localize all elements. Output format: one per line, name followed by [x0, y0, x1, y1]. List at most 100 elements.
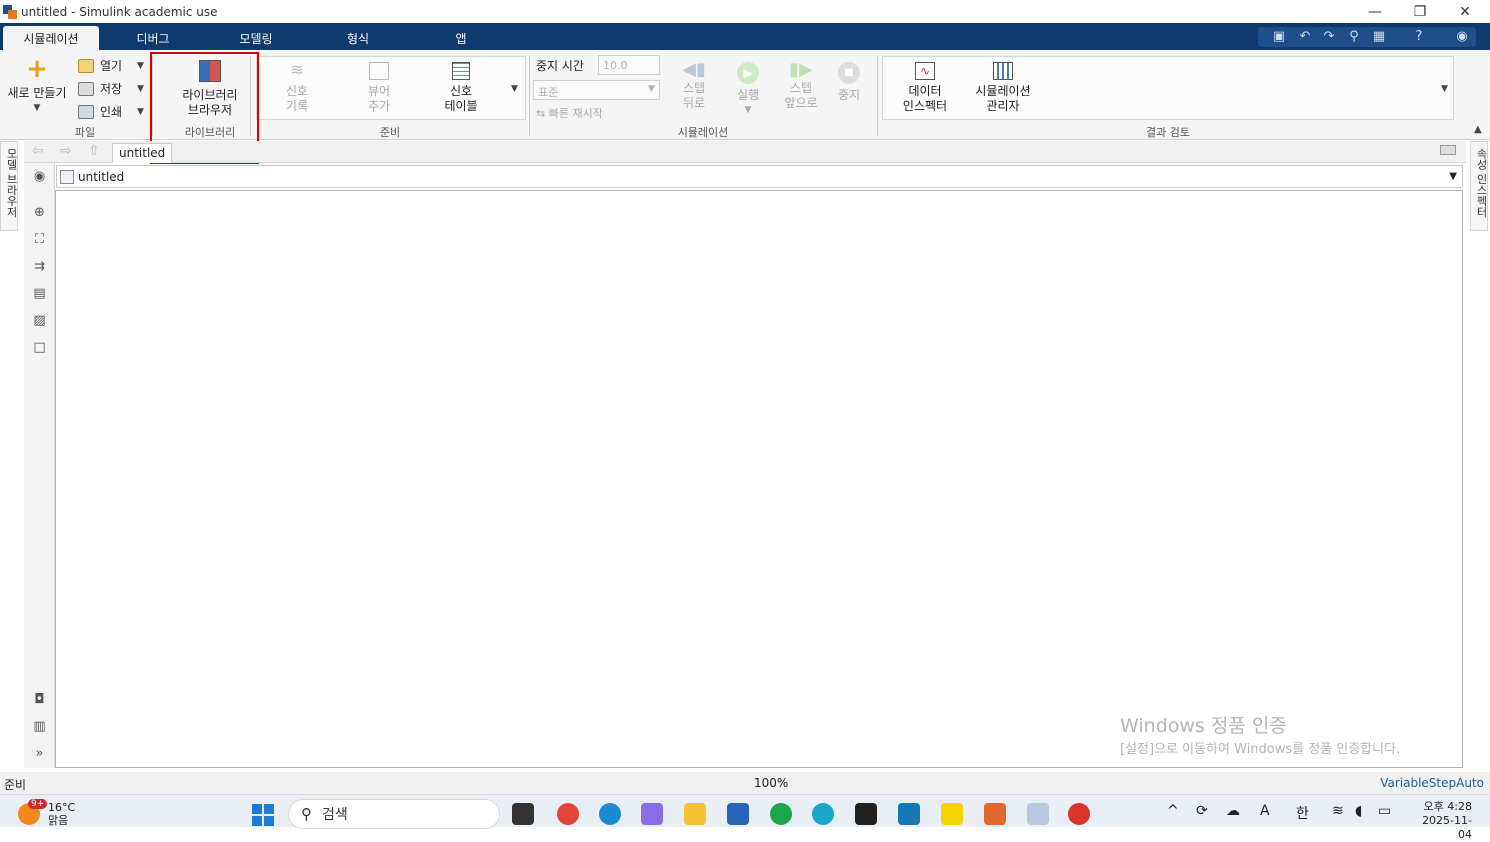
- search-icon: ⚲: [301, 805, 312, 823]
- restore-button[interactable]: ❐: [1397, 0, 1443, 23]
- menu-down-icon[interactable]: ◉: [1454, 28, 1470, 44]
- simulation-mode-select[interactable]: 표준 ▼: [533, 80, 660, 100]
- tab-apps[interactable]: 앱: [438, 26, 484, 50]
- open-dropdown-icon[interactable]: ▼: [137, 61, 144, 71]
- fast-restart-toggle[interactable]: ⇆ 빠른 재시작: [536, 105, 603, 121]
- sync-icon[interactable]: ⟳: [1196, 803, 1208, 819]
- tab-simulation[interactable]: 시뮬레이션: [3, 26, 99, 50]
- kakaotalk-icon[interactable]: [941, 803, 963, 825]
- simulation-manager-icon: [993, 62, 1013, 80]
- title-bar: untitled - Simulink academic use: [0, 0, 1490, 23]
- sticky-notes-icon[interactable]: [855, 803, 877, 825]
- forward-arrow-icon[interactable]: ⇨: [60, 143, 72, 159]
- copilot-icon[interactable]: [641, 803, 663, 825]
- window-title: untitled - Simulink academic use: [21, 4, 218, 19]
- redo-icon[interactable]: ↷: [1321, 28, 1337, 44]
- app-icon[interactable]: [812, 803, 834, 825]
- model-icon: [60, 169, 74, 184]
- clock[interactable]: 오후 4:28 2025-11-04: [1410, 800, 1472, 842]
- battery-icon[interactable]: ▭: [1378, 803, 1391, 819]
- run-button[interactable]: ▶ 실행 ▼: [728, 62, 768, 118]
- property-inspector-tab[interactable]: 속성 인스펙터: [1470, 141, 1488, 231]
- new-button[interactable]: + 새로 만들기 ▼: [4, 56, 70, 116]
- taskbar-search[interactable]: ⚲ 검색: [288, 799, 500, 829]
- task-view-icon[interactable]: [512, 803, 534, 825]
- address-text: untitled: [78, 169, 125, 184]
- save-dropdown-icon[interactable]: ▼: [137, 84, 144, 94]
- collapse-ribbon-icon[interactable]: ▲: [1474, 124, 1482, 135]
- keyboard-icon[interactable]: [1440, 145, 1456, 155]
- area-icon[interactable]: □: [32, 340, 47, 355]
- chrome-icon[interactable]: [557, 803, 579, 825]
- save-button[interactable]: 저장: [78, 80, 122, 97]
- ime-alpha[interactable]: A: [1260, 803, 1270, 819]
- store-icon[interactable]: [727, 803, 749, 825]
- step-back-button[interactable]: ◀▮ 스텝 뒤로: [672, 61, 716, 111]
- back-arrow-icon[interactable]: ⇦: [32, 143, 44, 159]
- step-forward-button[interactable]: ▮▶ 스텝 앞으로: [778, 59, 824, 111]
- review-expand-icon[interactable]: ▼: [1441, 84, 1448, 94]
- up-arrow-icon[interactable]: ⇧: [88, 143, 100, 159]
- property-icon[interactable]: ▥: [32, 719, 47, 734]
- address-bar[interactable]: untitled ▼: [56, 165, 1463, 188]
- volume-icon[interactable]: ◖: [1355, 803, 1362, 819]
- model-canvas[interactable]: [55, 190, 1463, 768]
- terminal-icon[interactable]: [898, 803, 920, 825]
- model-tab[interactable]: untitled: [112, 143, 173, 163]
- file-explorer-icon[interactable]: [684, 803, 706, 825]
- tab-debug[interactable]: 디버그: [116, 26, 190, 50]
- save-icon[interactable]: ▣: [1271, 28, 1287, 44]
- help-icon[interactable]: ?: [1411, 28, 1427, 44]
- hide-show-icon[interactable]: ◉: [32, 169, 47, 184]
- edge-icon[interactable]: [599, 803, 621, 825]
- matlab-icon[interactable]: [984, 803, 1006, 825]
- print-button[interactable]: 인쇄: [78, 103, 122, 120]
- log-signals-button[interactable]: ≋ 신호 기록: [274, 62, 320, 114]
- stop-time-input[interactable]: 10.0: [598, 55, 660, 75]
- status-text: 준비: [4, 778, 27, 792]
- minimize-button[interactable]: —: [1352, 0, 1398, 23]
- arrow-icon[interactable]: ⇉: [32, 259, 47, 274]
- simulation-manager-button[interactable]: 시뮬레이션 관리자: [970, 62, 1036, 114]
- gallery-expand-icon[interactable]: ▼: [511, 84, 518, 94]
- expand-palette-icon[interactable]: »: [32, 746, 47, 761]
- powerpoint-icon[interactable]: [1068, 803, 1090, 825]
- ribbon-tab-bar: 시뮬레이션 디버그 모델링 형식 앱 ▣ ↶ ↷ ⚲ ▦ ? ◉: [0, 23, 1490, 50]
- image-icon[interactable]: ▨: [32, 313, 47, 328]
- step-forward-icon: ▮▶: [789, 59, 813, 80]
- ime-mode[interactable]: 한: [1296, 803, 1309, 823]
- onedrive-icon[interactable]: ☁: [1226, 803, 1240, 819]
- weather-badge: 9+: [28, 799, 48, 809]
- tab-format[interactable]: 형식: [326, 26, 390, 50]
- chevron-down-icon[interactable]: ▼: [1449, 171, 1457, 182]
- print-dropdown-icon[interactable]: ▼: [137, 107, 144, 117]
- solver-link[interactable]: VariableStepAuto: [1380, 776, 1484, 790]
- zoom-icon[interactable]: ⊕: [32, 205, 47, 220]
- model-browser-tab[interactable]: 모델 브라우저: [0, 141, 18, 231]
- undo-icon[interactable]: ↶: [1297, 28, 1313, 44]
- screenshot-icon[interactable]: ◘: [32, 692, 47, 707]
- add-viewer-button[interactable]: 뷰어 추가: [356, 62, 402, 114]
- snipping-tool-icon[interactable]: [1027, 803, 1049, 825]
- search-icon[interactable]: ⚲: [1346, 28, 1362, 44]
- messenger-icon[interactable]: [770, 803, 792, 825]
- tray-expand-icon[interactable]: ^: [1167, 803, 1179, 819]
- data-inspector-icon: ∿: [915, 62, 935, 80]
- chevron-down-icon: ▼: [648, 84, 655, 94]
- close-button[interactable]: ✕: [1442, 0, 1488, 23]
- group-label-review: 결과 검토: [1146, 126, 1190, 139]
- separator: [877, 56, 878, 136]
- open-button[interactable]: 열기: [78, 57, 122, 74]
- data-inspector-button[interactable]: ∿ 데이터 인스펙터: [894, 62, 956, 114]
- quick-access-toolbar: [1258, 27, 1476, 47]
- weather-widget[interactable]: 16°C 맑음: [48, 801, 75, 827]
- layout-icon[interactable]: ▦: [1371, 28, 1387, 44]
- chevron-down-icon: ▼: [744, 105, 752, 115]
- fit-to-view-icon[interactable]: ⛶: [32, 232, 47, 247]
- wifi-icon[interactable]: ≋: [1332, 803, 1344, 819]
- stop-button[interactable]: ■ 중지: [832, 62, 866, 103]
- annotation-icon[interactable]: ▤: [32, 286, 47, 301]
- tab-modeling[interactable]: 모델링: [220, 26, 292, 50]
- start-icon[interactable]: [252, 804, 274, 826]
- signal-table-button[interactable]: 신호 테이블: [434, 62, 488, 114]
